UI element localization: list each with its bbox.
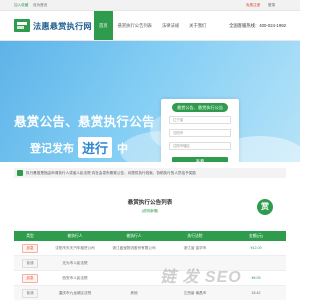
type-tag: 普通 bbox=[22, 258, 38, 268]
col-court: 执行法院 bbox=[187, 234, 203, 238]
nav-announcement-list[interactable]: 悬赏执行公告列表 bbox=[113, 11, 157, 40]
register-link[interactable]: 免费注册 bbox=[246, 2, 260, 8]
row-amount: ¥12.09 bbox=[250, 246, 262, 250]
col-executed-party: 被执行人 bbox=[67, 234, 83, 238]
announcement-icon bbox=[17, 170, 23, 176]
province-select[interactable]: 辽宁省 bbox=[169, 116, 231, 124]
site-header: 法惠悬赏执行网 首页 悬赏执行公告列表 法律法规 关于我们 全国客服热线：400… bbox=[0, 11, 300, 41]
col-executed-party-2: 被执行人 bbox=[126, 234, 142, 238]
section-title: 悬赏执行公告列表 bbox=[127, 200, 173, 206]
banner-headline: 悬赏公告、悬赏执行公告 bbox=[14, 115, 155, 129]
hero-banner: 悬赏公告、悬赏执行公告 登记发布 进行 中 悬赏公告、悬赏执行公告 辽宁省 沈阳… bbox=[0, 41, 300, 162]
row-name: 无为市人民法院 bbox=[62, 260, 88, 265]
form-title: 悬赏公告、悬赏执行公告 bbox=[172, 103, 228, 112]
form-submit-button[interactable]: 查看 bbox=[172, 157, 228, 162]
row-name: 西安市人民法院 bbox=[62, 275, 88, 280]
main-nav: 首页 悬赏执行公告列表 法律法规 关于我们 bbox=[94, 11, 211, 40]
set-homepage-link[interactable]: 设为首页 bbox=[33, 2, 47, 8]
row-amount: 15.42 bbox=[251, 291, 261, 295]
table-row[interactable]: 加急 西安市人民法院 ¥8.05 bbox=[14, 271, 286, 286]
nav-about[interactable]: 关于我们 bbox=[184, 11, 211, 40]
section-subtitle: (说明案情) bbox=[141, 209, 159, 213]
search-form-card: 悬赏公告、悬赏执行公告 辽宁省 沈阳市 沈阳市辖区 查看 bbox=[161, 99, 239, 162]
row-subject: 浙江鑫宝物流股份有限公司 bbox=[112, 245, 156, 250]
top-bar: 加入收藏 设为首页 免费注册 登录 bbox=[0, 0, 300, 11]
col-type: 类型 bbox=[26, 234, 34, 238]
site-logo[interactable]: 法惠悬赏执行网 bbox=[14, 19, 92, 32]
type-tag: 普通 bbox=[22, 288, 38, 298]
hotline: 全国客服热线：400-024-1992 bbox=[229, 23, 286, 28]
city-select[interactable]: 沈阳市 bbox=[169, 129, 231, 137]
row-court: 浙江省·金华市 bbox=[183, 245, 207, 250]
logo-icon bbox=[14, 19, 30, 32]
banner-subheadline: 登记发布 进行 中 bbox=[30, 137, 128, 158]
announcement-table: 类型 被执行人 被执行人 执行法院 金额(元) 加急 沈阳市天天汽车租赁公司 浙… bbox=[14, 231, 286, 300]
login-link[interactable]: 登录 bbox=[268, 2, 275, 8]
banner-subheadline-a: 登记发布 bbox=[30, 142, 74, 155]
row-court: 江西省·南昌市 bbox=[183, 290, 207, 295]
row-name: 沈阳市天天汽车租赁公司 bbox=[55, 245, 95, 250]
watermark: 链 发 SEO bbox=[160, 269, 242, 286]
nav-laws[interactable]: 法律法规 bbox=[157, 11, 184, 40]
notice-bar: 执行悬赏是指由申请执行人或者人民法院 向社会发布悬赏公告，对提供执行线索、协助执… bbox=[14, 168, 286, 178]
table-row[interactable]: 普通 无为市人民法院 bbox=[14, 256, 286, 271]
logo-text: 法惠悬赏执行网 bbox=[33, 21, 92, 31]
table-row[interactable]: 加急 沈阳市天天汽车租赁公司 浙江鑫宝物流股份有限公司 浙江省·金华市 ¥12.… bbox=[14, 241, 286, 256]
table-row[interactable]: 普通 重庆市九龙坡区法院 其他 江西省·南昌市 15.42 bbox=[14, 286, 286, 300]
row-name: 重庆市九龙坡区法院 bbox=[58, 290, 92, 295]
banner-subheadline-c: 中 bbox=[117, 142, 129, 155]
table-header: 类型 被执行人 被执行人 执行法院 金额(元) bbox=[14, 231, 286, 241]
district-select[interactable]: 沈阳市辖区 bbox=[169, 142, 231, 150]
banner-subheadline-highlight: 进行 bbox=[78, 137, 113, 158]
col-amount: 金额(元) bbox=[249, 234, 263, 238]
row-subject: 其他 bbox=[130, 290, 138, 295]
nav-home[interactable]: 首页 bbox=[94, 11, 113, 40]
add-favorite-link[interactable]: 加入收藏 bbox=[14, 2, 28, 8]
reward-badge-icon: 赏 bbox=[257, 199, 273, 215]
type-tag: 加急 bbox=[22, 273, 38, 283]
type-tag: 加急 bbox=[22, 243, 38, 253]
notice-text: 执行悬赏是指由申请执行人或者人民法院 向社会发布悬赏公告，对提供执行线索、协助执… bbox=[26, 171, 196, 175]
